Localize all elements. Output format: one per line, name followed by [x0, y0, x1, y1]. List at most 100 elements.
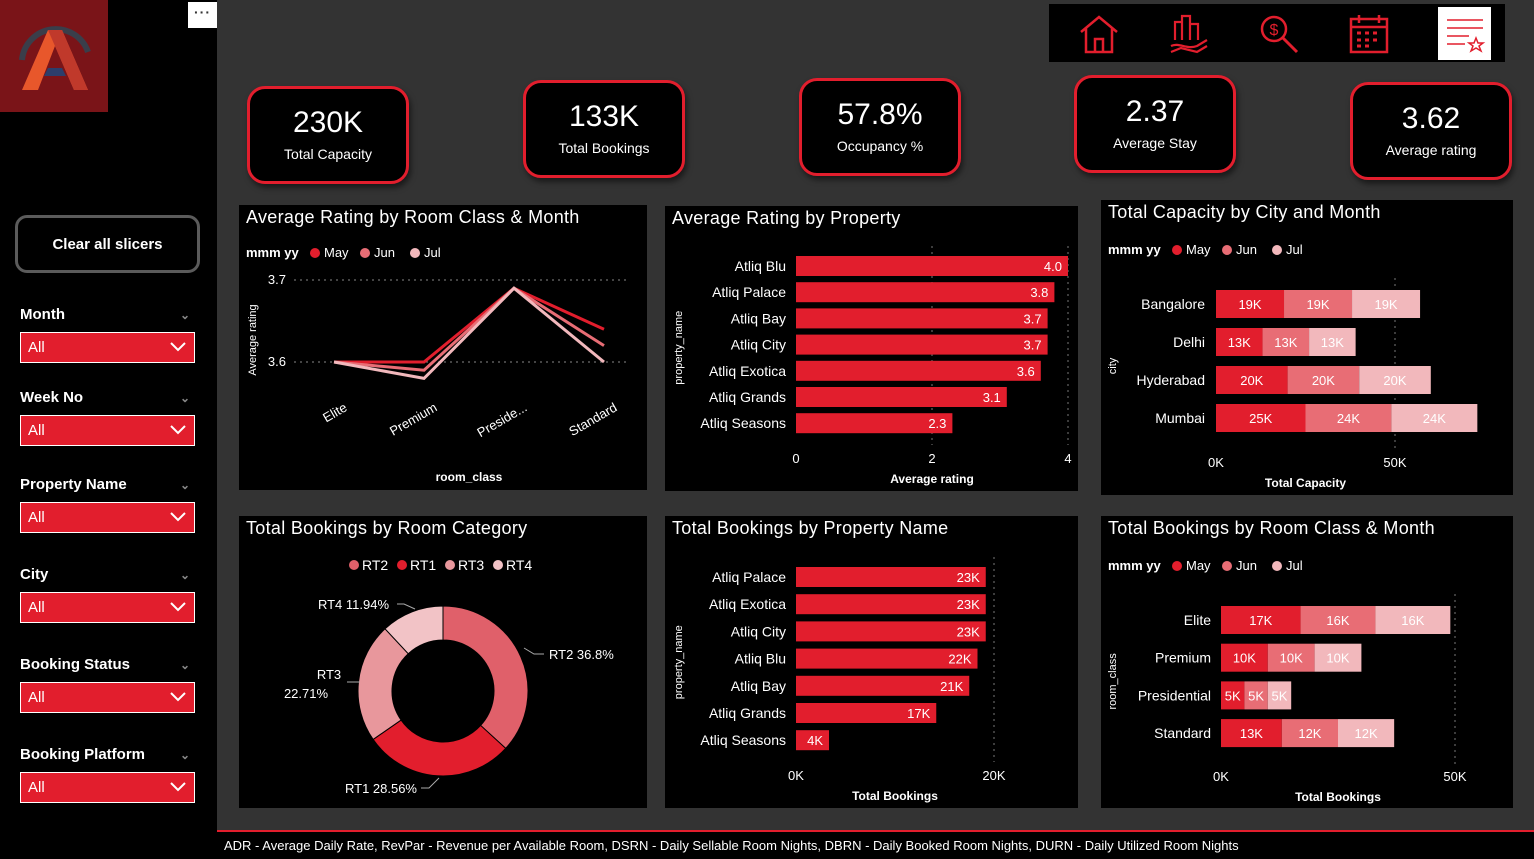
y-tick-label: Elite	[1184, 612, 1211, 628]
legend-label: Jun	[374, 245, 395, 260]
x-axis-label: Average rating	[890, 472, 974, 486]
slicer-booking-status: Booking Status ⌄ All	[20, 654, 195, 713]
legend-marker	[1222, 561, 1232, 571]
slicer-dropdown-city[interactable]: All	[20, 592, 195, 623]
data-label: 3.7	[1024, 338, 1042, 353]
slicer-dropdown-booking-platform[interactable]: All	[20, 772, 195, 803]
city-hand-icon[interactable]	[1162, 7, 1215, 60]
home-icon[interactable]	[1072, 7, 1125, 60]
footer-glossary: ADR - Average Daily Rate, RevPar - Reven…	[217, 830, 1534, 859]
more-options-button[interactable]: ···	[188, 2, 217, 28]
slicer-dropdown-week-no[interactable]: All	[20, 415, 195, 446]
y-tick-label: Atliq Blu	[735, 258, 786, 274]
legend-marker	[1272, 561, 1282, 571]
x-tick-label: 50K	[1383, 455, 1406, 470]
chevron-down-icon	[170, 593, 186, 622]
legend-label: RT1	[410, 557, 436, 573]
data-label: 20K	[1312, 373, 1335, 388]
legend-label: Jul	[424, 245, 441, 260]
y-axis-label: city	[1107, 357, 1119, 374]
chevron-down-icon[interactable]: ⌄	[180, 474, 190, 496]
y-tick-label: Atliq Exotica	[709, 596, 786, 612]
y-tick-label: Atliq City	[731, 623, 786, 639]
y-tick-label: 3.6	[268, 354, 286, 369]
legend-label: Jun	[1236, 558, 1257, 573]
chart-panel-capacity-city[interactable]: Total Capacity by City and Month mmm yy M…	[1101, 200, 1513, 495]
y-tick-label: Premium	[1155, 650, 1211, 666]
kpi-value: 2.37	[1125, 95, 1185, 128]
chevron-down-icon	[170, 333, 186, 362]
bar-chart: 0 2 4 Atliq Blu 4.0 Atliq Palace 3.8 Atliq Bay 3…	[673, 246, 1072, 486]
chevron-down-icon[interactable]: ⌄	[180, 304, 190, 326]
data-label: 16K	[1401, 613, 1424, 628]
chevron-down-icon[interactable]: ⌄	[180, 744, 190, 766]
data-label: 5K	[1248, 688, 1264, 703]
kpi-value: 230K	[292, 106, 364, 139]
list-star-icon[interactable]	[1438, 7, 1491, 60]
slicer-title: City	[20, 566, 49, 583]
sidebar: ··· Clear all slicers Month ⌄ All Week No…	[0, 0, 217, 859]
slice-label: RT2 36.8%	[549, 647, 614, 662]
y-tick-label: Bangalore	[1141, 296, 1205, 312]
y-tick-label: Hyderabad	[1137, 372, 1206, 388]
chevron-down-icon[interactable]: ⌄	[180, 387, 190, 409]
data-label: 12K	[1298, 726, 1321, 741]
legend-marker	[445, 560, 455, 570]
clear-all-slicers-button[interactable]: Clear all slicers	[15, 215, 200, 273]
slicer-booking-platform: Booking Platform ⌄ All	[20, 744, 195, 803]
legend-label: Jul	[1286, 558, 1303, 573]
y-tick-label: Mumbai	[1155, 410, 1205, 426]
y-tick-label: Atliq Bay	[731, 678, 786, 694]
kpi-label: Total Capacity	[284, 146, 372, 162]
slicer-title: Booking Platform	[20, 746, 146, 763]
y-tick-label: Atliq Palace	[712, 284, 786, 300]
legend-label: RT4	[506, 557, 532, 573]
data-label: 24K	[1337, 411, 1360, 426]
chevron-down-icon[interactable]: ⌄	[180, 654, 190, 676]
data-label: 23K	[957, 597, 980, 612]
slicer-dropdown-booking-status[interactable]: All	[20, 682, 195, 713]
y-tick-label: Atliq Grands	[709, 705, 786, 721]
slicer-dropdown-month[interactable]: All	[20, 332, 195, 363]
legend-label: RT2	[362, 557, 388, 573]
data-label: 10K	[1326, 651, 1349, 666]
kpi-occupancy: 57.8% Occupancy %	[799, 78, 961, 176]
kpi-total-bookings: 133K Total Bookings	[523, 80, 685, 178]
slicer-dropdown-property-name[interactable]: All	[20, 502, 195, 533]
legend-marker	[493, 560, 503, 570]
y-tick-label: Atliq City	[731, 337, 786, 353]
x-tick-label: 0K	[1213, 769, 1229, 784]
chart-panel-rating-room-class[interactable]: Average Rating by Room Class & Month mmm…	[239, 205, 647, 490]
slicer-property-name: Property Name ⌄ All	[20, 474, 195, 533]
data-label: 20K	[1240, 373, 1263, 388]
x-tick-label: 4	[1064, 451, 1071, 466]
y-tick-label: Atliq Grands	[709, 389, 786, 405]
y-tick-label: 3.7	[268, 272, 286, 287]
data-label: 5K	[1225, 688, 1241, 703]
x-tick-label: Premium	[387, 400, 440, 439]
y-tick-label: Atliq Seasons	[700, 732, 786, 748]
slice-label: RT1 28.56%	[345, 781, 417, 796]
data-label: 5K	[1272, 688, 1288, 703]
data-label: 3.6	[1017, 364, 1035, 379]
y-tick-label: Delhi	[1173, 334, 1205, 350]
data-label: 10K	[1233, 651, 1256, 666]
chevron-down-icon[interactable]: ⌄	[180, 564, 190, 586]
chart-panel-bookings-property[interactable]: Total Bookings by Property Name 0K 20K Atl…	[665, 516, 1078, 808]
stacked-bar-chart: mmm yy May Jun Jul 0K 50K Bangalore 19K 19K 19K De…	[1107, 242, 1478, 490]
y-axis-label: Average rating	[247, 304, 259, 375]
bar	[796, 308, 1048, 329]
chart-panel-bookings-category[interactable]: Total Bookings by Room Category RT2 RT1 RT…	[239, 516, 647, 808]
x-tick-label: Elite	[320, 400, 349, 426]
kpi-value: 3.62	[1401, 102, 1461, 135]
dollar-search-icon[interactable]: $	[1252, 7, 1305, 60]
x-tick-label: 0	[792, 451, 799, 466]
legend-marker	[360, 248, 370, 258]
data-label: 25K	[1249, 411, 1272, 426]
x-axis-label: Total Bookings	[852, 789, 938, 803]
chart-panel-rating-property[interactable]: Average Rating by Property 0 2 4 Atliq Blu 4…	[665, 206, 1078, 491]
chart-panel-bookings-room-class[interactable]: Total Bookings by Room Class & Month mmm…	[1101, 516, 1513, 808]
calendar-icon[interactable]	[1342, 7, 1395, 60]
data-label: 3.8	[1030, 285, 1048, 300]
data-label: 19K	[1306, 297, 1329, 312]
